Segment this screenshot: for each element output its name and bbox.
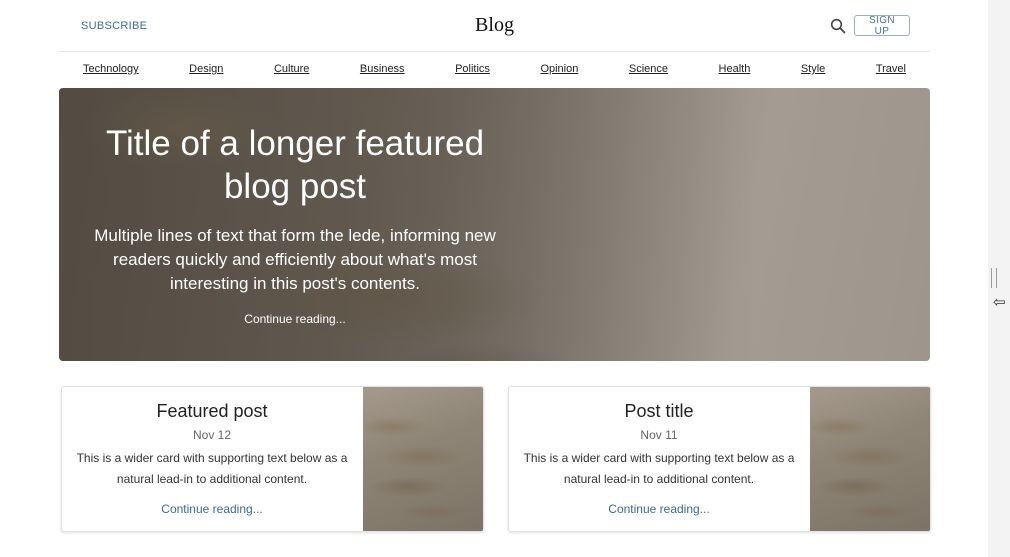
- category-nav: Technology Design Culture Business Polit…: [59, 58, 930, 80]
- card-body: Featured post Nov 12 This is a wider car…: [62, 387, 362, 531]
- nav-item-opinion[interactable]: Opinion: [540, 58, 578, 80]
- nav-item-science[interactable]: Science: [629, 58, 668, 80]
- card-date: Nov 12: [192, 428, 232, 442]
- card-date: Nov 11: [640, 428, 678, 442]
- nav-item-design[interactable]: Design: [189, 58, 223, 80]
- post-card: Featured post Nov 12 This is a wider car…: [61, 386, 484, 532]
- hero-lede: Multiple lines of text that form the led…: [94, 226, 496, 293]
- site-header: SUBSCRIBE Blog SIGN UP: [59, 0, 930, 52]
- card-thumbnail: [810, 387, 930, 531]
- card-thumbnail: [363, 387, 483, 531]
- hero-title: Title of a longer featured blog post: [105, 124, 485, 206]
- nav-item-style[interactable]: Style: [801, 58, 825, 80]
- resize-cursor-icon: ⇦: [993, 293, 1006, 311]
- card-continue-link[interactable]: Continue reading...: [161, 502, 262, 516]
- search-icon[interactable]: [830, 18, 846, 34]
- signup-button[interactable]: SIGN UP: [854, 15, 910, 37]
- card-body: Post title Nov 11 This is a wider card w…: [509, 387, 809, 531]
- card-text: This is a wider card with supporting tex…: [76, 451, 348, 486]
- card-text: This is a wider card with supporting tex…: [523, 451, 795, 486]
- nav-item-health[interactable]: Health: [719, 58, 751, 80]
- hero-continue-link[interactable]: Continue reading...: [244, 312, 345, 326]
- nav-item-politics[interactable]: Politics: [455, 58, 490, 80]
- resize-handle[interactable]: [991, 268, 997, 288]
- nav-item-culture[interactable]: Culture: [274, 58, 309, 80]
- nav-item-travel[interactable]: Travel: [876, 58, 906, 80]
- featured-hero: Title of a longer featured blog post Mul…: [59, 88, 930, 361]
- card-title: Featured post: [156, 401, 268, 421]
- card-title: Post title: [624, 401, 694, 421]
- post-card: Post title Nov 11 This is a wider card w…: [508, 386, 931, 532]
- card-continue-link[interactable]: Continue reading...: [608, 502, 709, 516]
- nav-item-technology[interactable]: Technology: [83, 58, 139, 80]
- blog-title[interactable]: Blog: [59, 14, 930, 37]
- nav-item-business[interactable]: Business: [360, 58, 405, 80]
- hero-content: Title of a longer featured blog post Mul…: [89, 122, 501, 328]
